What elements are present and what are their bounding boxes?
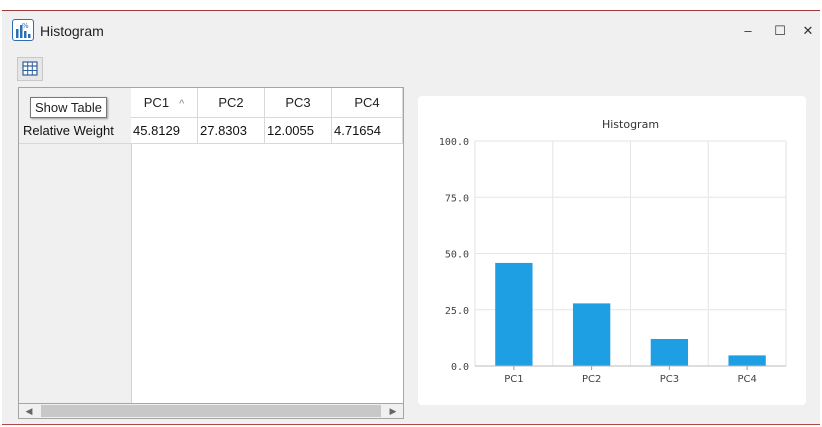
x-tick-label: PC4	[737, 374, 756, 385]
x-tick-label: PC1	[504, 374, 523, 385]
show-table-tooltip: Show Table	[30, 97, 107, 118]
y-tick-label: 75.0	[445, 193, 469, 204]
column-header-pc3[interactable]: PC3	[265, 88, 332, 118]
table-cell-pc2[interactable]: 27.8303	[198, 118, 265, 144]
chart-title: Histogram	[602, 118, 659, 131]
title-bar: % Histogram – ☐ ✕	[2, 11, 820, 53]
histogram-chart-panel: Histogram 0.0 25.0 50.0 75.0 100.0 PC1 PC2 PC3 PC…	[418, 96, 806, 405]
maximize-button[interactable]: ☐	[770, 21, 790, 41]
show-table-button[interactable]	[17, 57, 43, 81]
table-grid-icon	[22, 61, 38, 76]
minimize-button[interactable]: –	[738, 21, 758, 41]
histogram-window: % Histogram – ☐ ✕ PC1 ^ PC2 PC3 PC4 Relat…	[2, 10, 820, 425]
y-tick-label: 100.0	[439, 137, 469, 148]
sort-ascending-icon: ^	[179, 98, 185, 110]
column-header-pc4[interactable]: PC4	[332, 88, 403, 118]
y-tick-label: 50.0	[445, 250, 469, 261]
row-header-relative-weight[interactable]: Relative Weight	[19, 118, 131, 144]
svg-text:%: %	[22, 22, 29, 30]
y-tick-label: 0.0	[451, 362, 469, 373]
histogram-chart: Histogram 0.0 25.0 50.0 75.0 100.0 PC1 PC2 PC3 PC…	[439, 118, 787, 385]
bar-pc1	[495, 262, 533, 366]
horizontal-scrollbar[interactable]: ◀ ▶	[18, 403, 404, 419]
column-header-pc1[interactable]: PC1 ^	[131, 88, 198, 118]
scroll-right-arrow-icon[interactable]: ▶	[385, 404, 401, 418]
table-cell-pc4[interactable]: 4.71654	[332, 118, 403, 144]
x-tick-label: PC2	[582, 374, 601, 385]
x-tick-label: PC3	[660, 374, 679, 385]
scroll-left-arrow-icon[interactable]: ◀	[21, 404, 37, 418]
column-header-pc2[interactable]: PC2	[198, 88, 265, 118]
table-cell-pc1[interactable]: 45.8129	[131, 118, 198, 144]
y-tick-label: 25.0	[445, 306, 469, 317]
bar-pc4	[728, 355, 766, 366]
close-button[interactable]: ✕	[798, 21, 818, 41]
bar-pc2	[572, 303, 611, 366]
bar-pc3	[650, 338, 689, 366]
scrollbar-thumb[interactable]	[41, 405, 381, 417]
data-table: PC1 ^ PC2 PC3 PC4 Relative Weight 45.8129…	[18, 87, 404, 417]
histogram-app-icon: %	[12, 19, 34, 41]
window-title: Histogram	[40, 23, 104, 39]
table-cell-pc3[interactable]: 12.0055	[265, 118, 332, 144]
